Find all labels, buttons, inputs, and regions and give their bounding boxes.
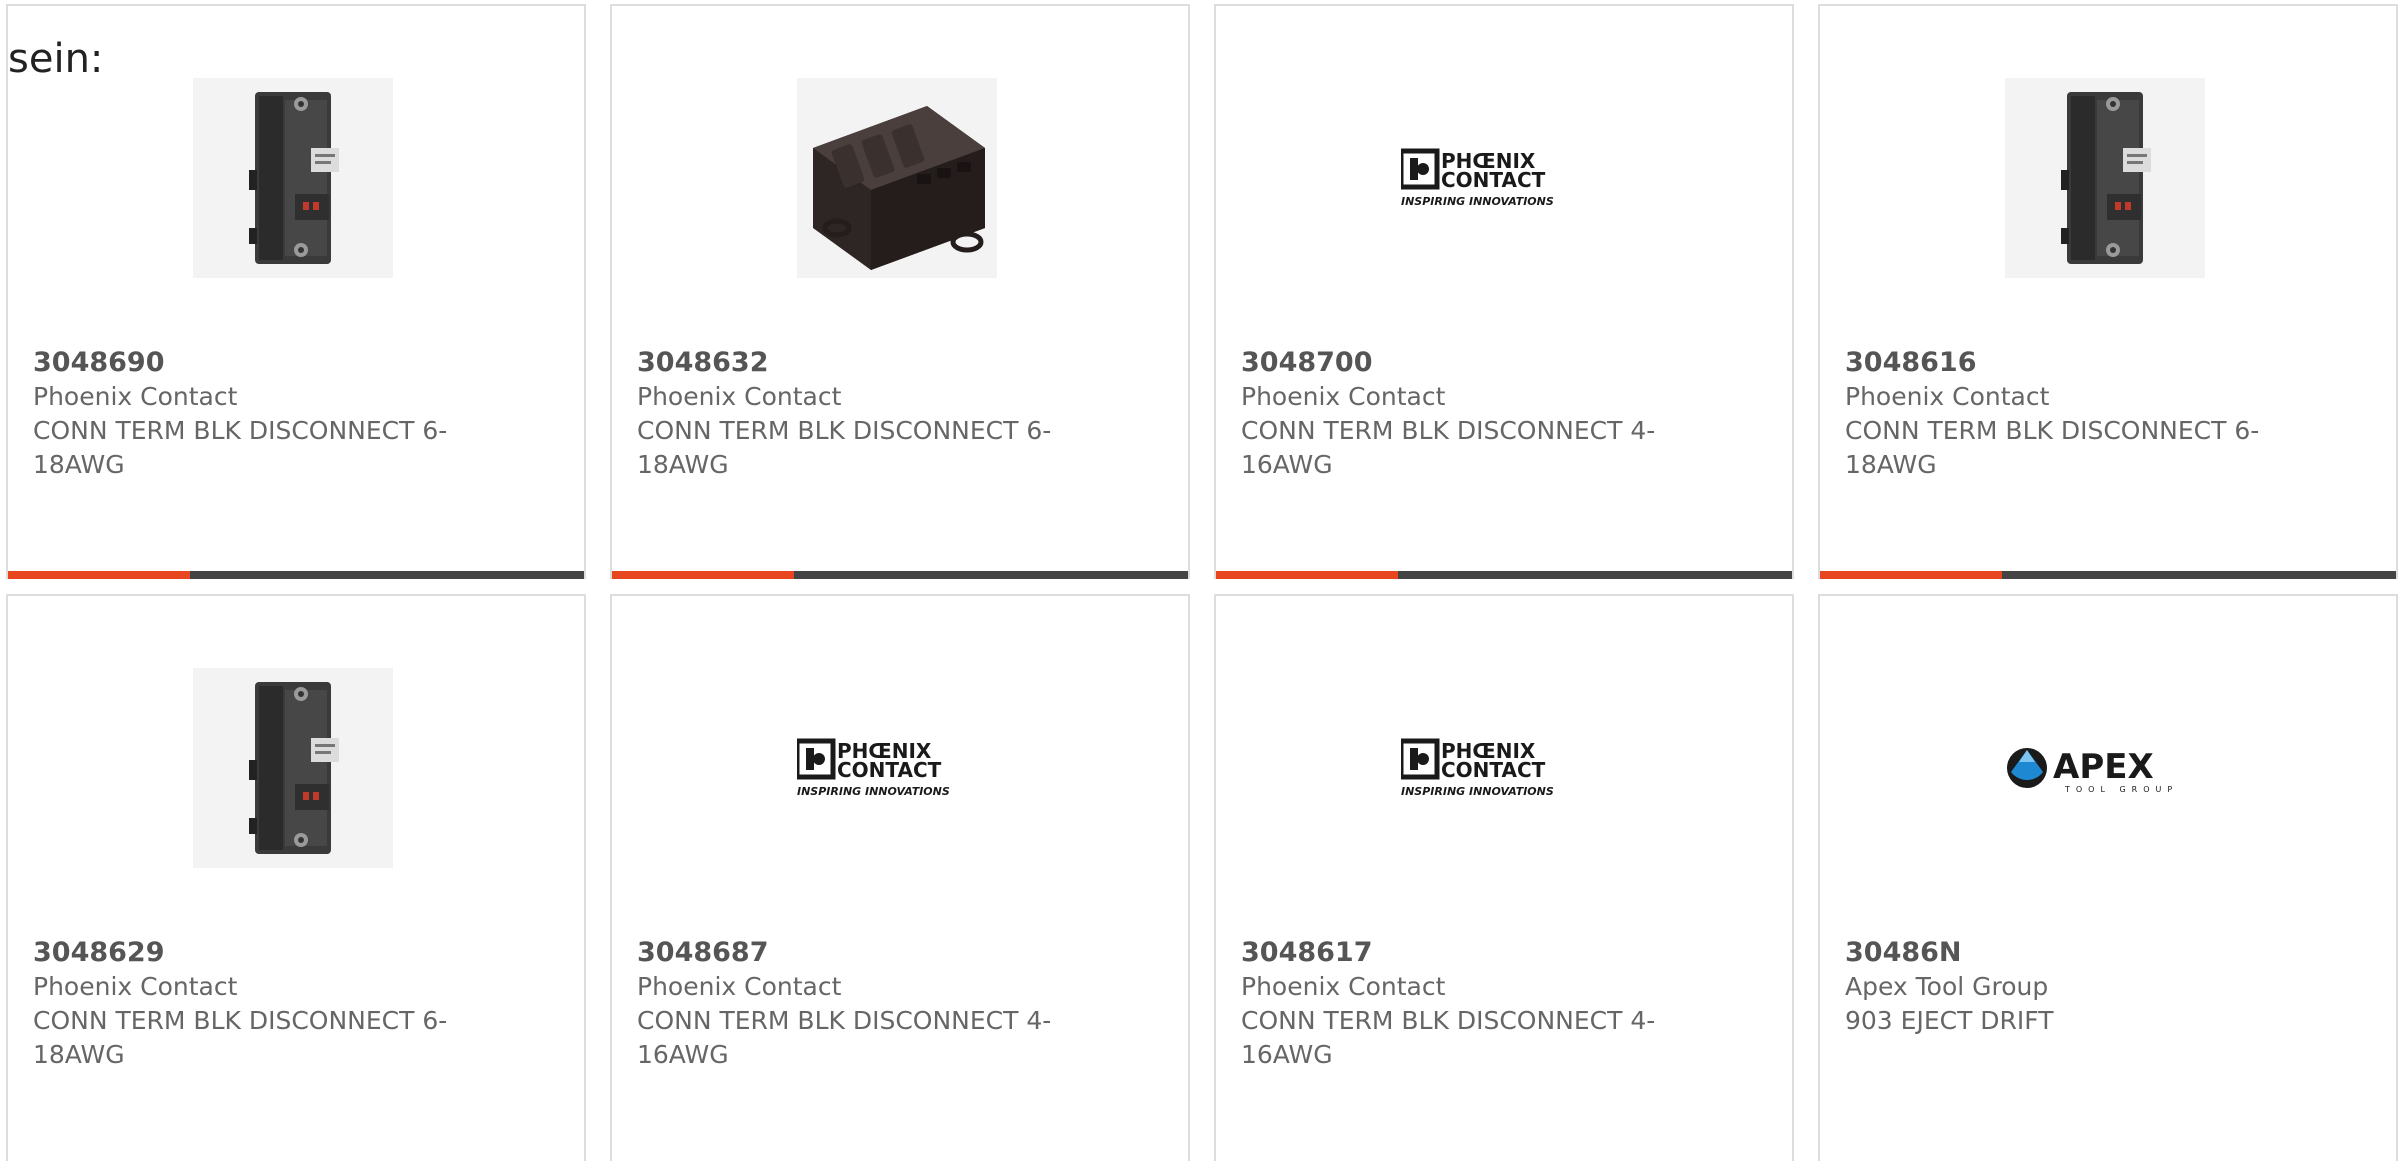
product-card[interactable]: 3048629 Phoenix Contact CONN TERM BLK DI… (6, 594, 586, 1161)
product-info: 3048616 Phoenix Contact CONN TERM BLK DI… (1845, 346, 2305, 482)
product-info: 3048690 Phoenix Contact CONN TERM BLK DI… (33, 346, 493, 482)
svg-text:CONTACT: CONTACT (1441, 758, 1546, 782)
product-description: CONN TERM BLK DISCONNECT 6-18AWG (33, 1006, 448, 1069)
product-info: 30486N Apex Tool Group 903 EJECT DRIFT (1845, 936, 2305, 1038)
card-bottom-bar (1216, 571, 1792, 579)
lead-text: sein: (8, 36, 104, 82)
product-info: 3048687 Phoenix Contact CONN TERM BLK DI… (637, 936, 1097, 1072)
phoenix-contact-logo-icon: PHŒNIX CONTACT INSPIRING INNOVATIONS (1401, 668, 1601, 868)
product-image-phoenix-logo[interactable]: PHŒNIX CONTACT INSPIRING INNOVATIONS (1401, 668, 1601, 868)
product-image-phoenix-logo[interactable]: PHŒNIX CONTACT INSPIRING INNOVATIONS (1401, 78, 1601, 278)
product-image-single-disconnect[interactable] (2005, 78, 2205, 278)
part-number-link[interactable]: 3048690 (33, 346, 493, 380)
card-bottom-bar (612, 571, 1188, 579)
product-card[interactable]: PHŒNIX CONTACT INSPIRING INNOVATIONS 304… (1214, 594, 1794, 1161)
phoenix-contact-logo-icon: PHŒNIX CONTACT INSPIRING INNOVATIONS (797, 668, 997, 868)
product-grid: 3048690 Phoenix Contact CONN TERM BLK DI… (6, 4, 2398, 1161)
product-listing-page: sein: 3048690 Phoenix Contact CONN TERM … (0, 0, 2400, 1161)
product-info: 3048629 Phoenix Contact CONN TERM BLK DI… (33, 936, 493, 1072)
product-description: CONN TERM BLK DISCONNECT 6-18AWG (1845, 416, 2260, 479)
product-image-phoenix-logo[interactable]: PHŒNIX CONTACT INSPIRING INNOVATIONS (797, 668, 997, 868)
manufacturer-name: Phoenix Contact (1241, 972, 1446, 1001)
part-number-link[interactable]: 3048617 (1241, 936, 1701, 970)
product-card[interactable]: PHŒNIX CONTACT INSPIRING INNOVATIONS 304… (610, 594, 1190, 1161)
part-number-link[interactable]: 30486N (1845, 936, 2305, 970)
svg-text:CONTACT: CONTACT (837, 758, 942, 782)
manufacturer-name: Phoenix Contact (637, 382, 842, 411)
svg-text:INSPIRING INNOVATIONS: INSPIRING INNOVATIONS (1401, 785, 1554, 798)
product-image-single-disconnect[interactable] (193, 78, 393, 278)
part-number-link[interactable]: 3048700 (1241, 346, 1701, 380)
part-number-link[interactable]: 3048616 (1845, 346, 2305, 380)
product-card[interactable]: 3048616 Phoenix Contact CONN TERM BLK DI… (1818, 4, 2398, 579)
product-description: CONN TERM BLK DISCONNECT 4-16AWG (1241, 1006, 1656, 1069)
product-card[interactable]: 3048690 Phoenix Contact CONN TERM BLK DI… (6, 4, 586, 579)
card-accent-bar (1216, 571, 1398, 579)
single-disconnect-icon (193, 78, 393, 278)
product-description: CONN TERM BLK DISCONNECT 6-18AWG (33, 416, 448, 479)
part-number-link[interactable]: 3048632 (637, 346, 1097, 380)
single-disconnect-icon (2005, 78, 2205, 278)
part-number-link[interactable]: 3048629 (33, 936, 493, 970)
manufacturer-name: Phoenix Contact (33, 972, 238, 1001)
card-accent-bar (8, 571, 190, 579)
product-image-triple-disconnect[interactable] (797, 78, 997, 278)
triple-disconnect-icon (797, 78, 997, 278)
product-description: 903 EJECT DRIFT (1845, 1006, 2054, 1035)
manufacturer-name: Phoenix Contact (1241, 382, 1446, 411)
svg-text:APEX: APEX (2053, 747, 2154, 787)
card-bottom-bar (1820, 571, 2396, 579)
svg-text:INSPIRING INNOVATIONS: INSPIRING INNOVATIONS (797, 785, 950, 798)
apex-tool-group-logo-icon: APEX TOOL GROUP (2005, 668, 2205, 868)
manufacturer-name: Apex Tool Group (1845, 972, 2049, 1001)
product-card[interactable]: PHŒNIX CONTACT INSPIRING INNOVATIONS 304… (1214, 4, 1794, 579)
product-description: CONN TERM BLK DISCONNECT 4-16AWG (1241, 416, 1656, 479)
card-bottom-bar (8, 571, 584, 579)
product-image-apex-logo[interactable]: APEX TOOL GROUP (2005, 668, 2205, 868)
product-info: 3048632 Phoenix Contact CONN TERM BLK DI… (637, 346, 1097, 482)
product-info: 3048617 Phoenix Contact CONN TERM BLK DI… (1241, 936, 1701, 1072)
product-card[interactable]: APEX TOOL GROUP 30486N Apex Tool Group 9… (1818, 594, 2398, 1161)
manufacturer-name: Phoenix Contact (637, 972, 842, 1001)
product-image-single-disconnect[interactable] (193, 668, 393, 868)
svg-text:CONTACT: CONTACT (1441, 168, 1546, 192)
product-description: CONN TERM BLK DISCONNECT 4-16AWG (637, 1006, 1052, 1069)
manufacturer-name: Phoenix Contact (1845, 382, 2050, 411)
part-number-link[interactable]: 3048687 (637, 936, 1097, 970)
product-description: CONN TERM BLK DISCONNECT 6-18AWG (637, 416, 1052, 479)
product-card[interactable]: 3048632 Phoenix Contact CONN TERM BLK DI… (610, 4, 1190, 579)
svg-text:TOOL GROUP: TOOL GROUP (2064, 785, 2178, 794)
card-accent-bar (612, 571, 794, 579)
card-accent-bar (1820, 571, 2002, 579)
phoenix-contact-logo-icon: PHŒNIX CONTACT INSPIRING INNOVATIONS (1401, 78, 1601, 278)
manufacturer-name: Phoenix Contact (33, 382, 238, 411)
product-info: 3048700 Phoenix Contact CONN TERM BLK DI… (1241, 346, 1701, 482)
single-disconnect-icon (193, 668, 393, 868)
svg-text:INSPIRING INNOVATIONS: INSPIRING INNOVATIONS (1401, 195, 1554, 208)
